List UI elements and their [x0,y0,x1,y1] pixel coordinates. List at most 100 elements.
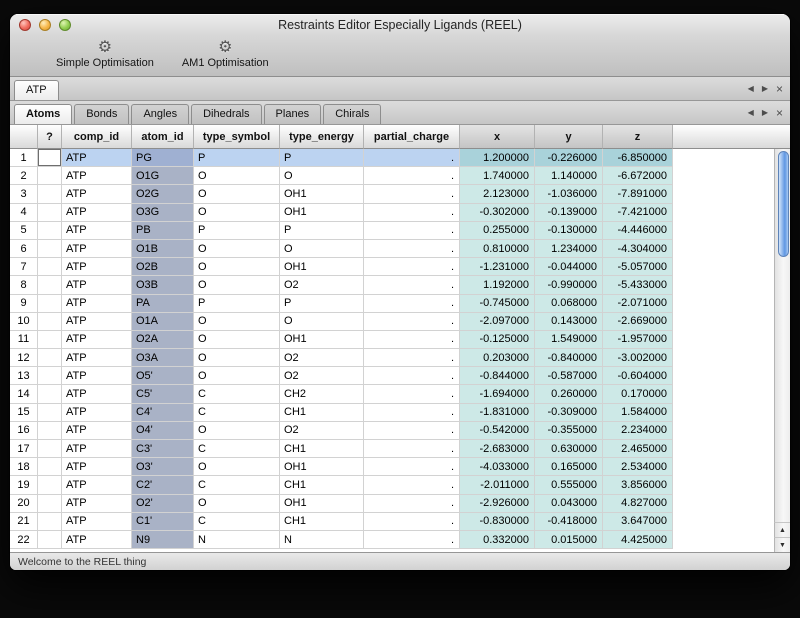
row-number[interactable]: 13 [10,367,38,385]
cell-partial-charge[interactable]: . [364,240,460,258]
cell-comp-id[interactable]: ATP [62,458,132,476]
cell-y[interactable]: 0.068000 [535,295,603,313]
cell-flag[interactable] [38,513,62,531]
cell-y[interactable]: -0.355000 [535,422,603,440]
cell-type-symbol[interactable]: O [194,313,280,331]
cell-flag[interactable] [38,367,62,385]
cell-type-symbol[interactable]: O [194,495,280,513]
scroll-down-button[interactable]: ▼ [774,537,790,552]
tab-bonds[interactable]: Bonds [74,104,129,124]
cell-flag[interactable] [38,495,62,513]
column-header-comp-id[interactable]: comp_id [62,125,132,149]
cell-flag[interactable] [38,422,62,440]
cell-x[interactable]: 0.332000 [460,531,535,549]
cell-type-symbol[interactable]: C [194,440,280,458]
cell-y[interactable]: 1.549000 [535,331,603,349]
cell-comp-id[interactable]: ATP [62,385,132,403]
row-number[interactable]: 3 [10,185,38,203]
table-row[interactable]: 17ATPC3'CCH1.-2.6830000.6300002.465000 [10,440,774,458]
row-number[interactable]: 18 [10,458,38,476]
cell-comp-id[interactable]: ATP [62,422,132,440]
cell-atom-id[interactable]: O4' [132,422,194,440]
cell-comp-id[interactable]: ATP [62,404,132,422]
cell-type-symbol[interactable]: C [194,385,280,403]
row-number[interactable]: 9 [10,295,38,313]
cell-x[interactable]: 1.192000 [460,276,535,294]
table-row[interactable]: 15ATPC4'CCH1.-1.831000-0.3090001.584000 [10,404,774,422]
cell-z[interactable]: 2.534000 [603,458,673,476]
cell-atom-id[interactable]: O5' [132,367,194,385]
cell-x[interactable]: -4.033000 [460,458,535,476]
cell-type-symbol[interactable]: N [194,531,280,549]
cell-z[interactable]: 2.465000 [603,440,673,458]
table-row[interactable]: 12ATPO3AOO2.0.203000-0.840000-3.002000 [10,349,774,367]
cell-partial-charge[interactable]: . [364,531,460,549]
cell-z[interactable]: -5.433000 [603,276,673,294]
tab-close-icon[interactable]: × [776,84,783,94]
cell-comp-id[interactable]: ATP [62,513,132,531]
cell-partial-charge[interactable]: . [364,349,460,367]
cell-comp-id[interactable]: ATP [62,167,132,185]
cell-type-energy[interactable]: OH1 [280,204,364,222]
cell-atom-id[interactable]: O1A [132,313,194,331]
cell-type-symbol[interactable]: C [194,513,280,531]
table-row[interactable]: 21ATPC1'CCH1.-0.830000-0.4180003.647000 [10,513,774,531]
table-row[interactable]: 7ATPO2BOOH1.-1.231000-0.044000-5.057000 [10,258,774,276]
cell-z[interactable]: -1.957000 [603,331,673,349]
column-header-z[interactable]: z [603,125,673,149]
cell-type-energy[interactable]: OH1 [280,185,364,203]
cell-type-energy[interactable]: O2 [280,276,364,294]
cell-flag[interactable] [38,222,62,240]
table-row[interactable]: 8ATPO3BOO2.1.192000-0.990000-5.433000 [10,276,774,294]
cell-partial-charge[interactable]: . [364,367,460,385]
cell-type-symbol[interactable]: O [194,458,280,476]
vertical-scrollbar[interactable]: ▲ ▼ [774,125,790,552]
row-number[interactable]: 21 [10,513,38,531]
scroll-up-button[interactable]: ▲ [774,522,790,537]
cell-type-energy[interactable]: OH1 [280,331,364,349]
row-number[interactable]: 1 [10,149,38,167]
cell-z[interactable]: 1.584000 [603,404,673,422]
cell-atom-id[interactable]: O3A [132,349,194,367]
cell-partial-charge[interactable]: . [364,149,460,167]
cell-flag[interactable] [38,331,62,349]
cell-comp-id[interactable]: ATP [62,476,132,494]
cell-type-energy[interactable]: CH1 [280,440,364,458]
cell-atom-id[interactable]: C2' [132,476,194,494]
cell-y[interactable]: -0.587000 [535,367,603,385]
cell-y[interactable]: 0.260000 [535,385,603,403]
cell-z[interactable]: -2.669000 [603,313,673,331]
row-number[interactable]: 4 [10,204,38,222]
cell-z[interactable]: 3.647000 [603,513,673,531]
cell-partial-charge[interactable]: . [364,313,460,331]
cell-atom-id[interactable]: O3B [132,276,194,294]
cell-flag[interactable] [38,385,62,403]
cell-type-energy[interactable]: N [280,531,364,549]
am1-optimisation-button[interactable]: ⚙ AM1 Optimisation [176,37,275,70]
tab-atoms[interactable]: Atoms [14,104,72,124]
cell-x[interactable]: 0.255000 [460,222,535,240]
cell-flag[interactable] [38,476,62,494]
simple-optimisation-button[interactable]: ⚙ Simple Optimisation [50,37,160,70]
cell-comp-id[interactable]: ATP [62,240,132,258]
cell-atom-id[interactable]: O2A [132,331,194,349]
cell-z[interactable]: -6.850000 [603,149,673,167]
cell-x[interactable]: -1.694000 [460,385,535,403]
table-row[interactable]: 18ATPO3'OOH1.-4.0330000.1650002.534000 [10,458,774,476]
cell-partial-charge[interactable]: . [364,331,460,349]
titlebar[interactable]: Restraints Editor Especially Ligands (RE… [10,14,790,36]
cell-x[interactable]: -2.683000 [460,440,535,458]
cell-y[interactable]: -0.130000 [535,222,603,240]
cell-atom-id[interactable]: O3G [132,204,194,222]
cell-atom-id[interactable]: O2G [132,185,194,203]
cell-y[interactable]: -0.840000 [535,349,603,367]
cell-type-symbol[interactable]: O [194,276,280,294]
cell-type-energy[interactable]: P [280,295,364,313]
cell-x[interactable]: -0.745000 [460,295,535,313]
table-row[interactable]: 10ATPO1AOO.-2.0970000.143000-2.669000 [10,313,774,331]
table-row[interactable]: 22ATPN9NN.0.3320000.0150004.425000 [10,531,774,549]
cell-partial-charge[interactable]: . [364,385,460,403]
cell-type-energy[interactable]: OH1 [280,495,364,513]
cell-flag[interactable] [38,313,62,331]
cell-type-energy[interactable]: O2 [280,349,364,367]
